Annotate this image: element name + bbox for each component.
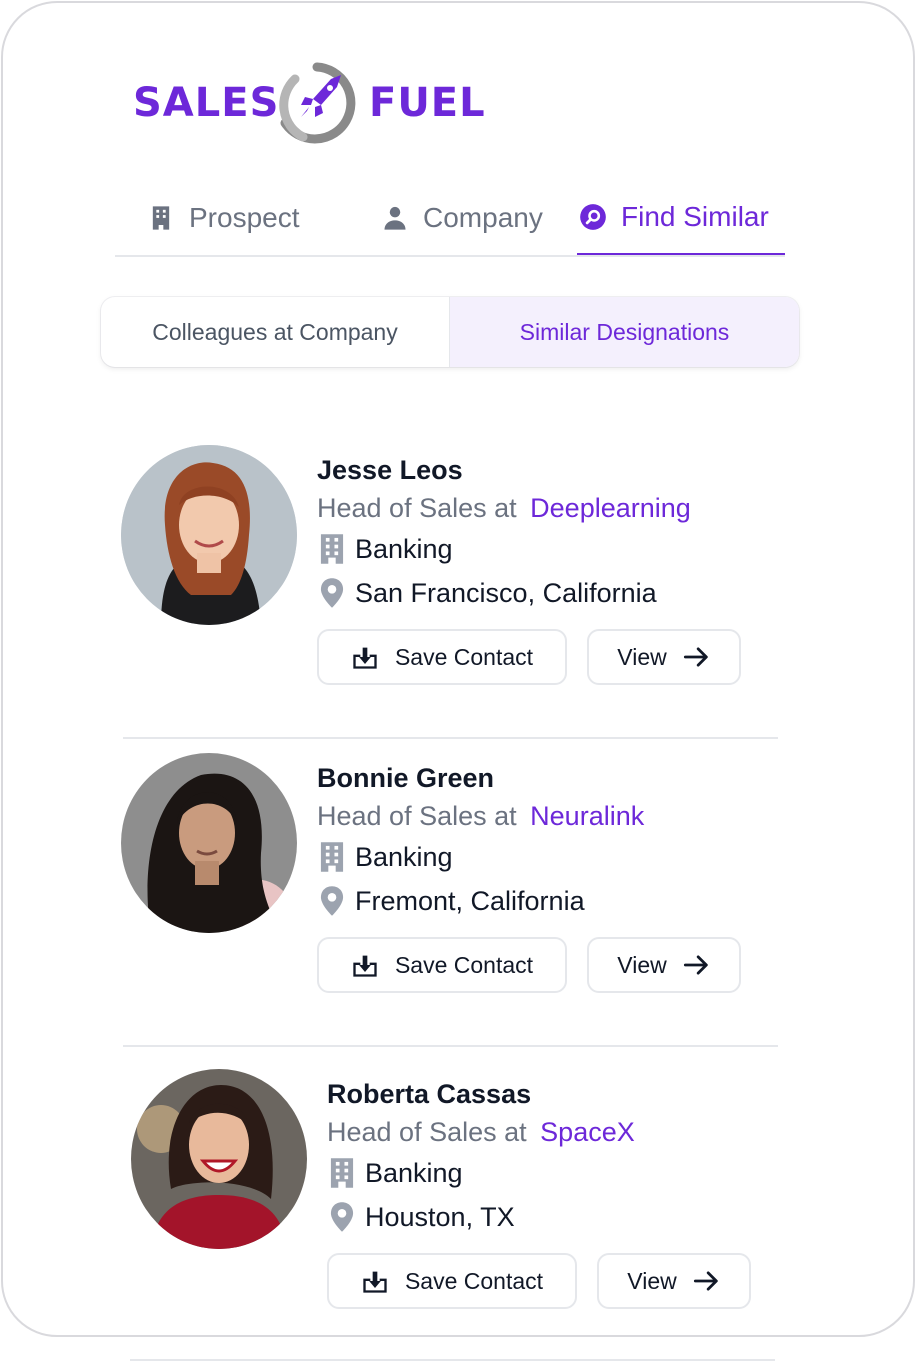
contact-name: Roberta Cassas — [327, 1079, 532, 1109]
segment-colleagues[interactable]: Colleagues at Company — [101, 297, 450, 367]
contact-company-link[interactable]: SpaceX — [540, 1117, 635, 1147]
industry-label: Banking — [365, 1157, 463, 1188]
contact-role: Head of Sales — [317, 493, 487, 523]
view-button[interactable]: View — [597, 1253, 751, 1309]
user-icon — [384, 206, 406, 230]
tab-prospect[interactable]: Prospect — [147, 181, 300, 255]
arrow-right-icon — [693, 1271, 718, 1291]
main-tabs: Prospect Company Find Similar — [115, 181, 785, 257]
save-contact-button[interactable]: Save Contact — [327, 1253, 577, 1309]
location-label: San Francisco, California — [355, 577, 657, 608]
avatar-photo-roberta — [131, 1069, 307, 1249]
contact-info: Jesse Leos Head of Sales at Deeplearning… — [317, 451, 691, 615]
tab-company[interactable]: Company — [381, 181, 543, 255]
location-pin-icon — [320, 886, 344, 916]
tab-find-similar[interactable]: Find Similar — [577, 181, 785, 255]
building-icon — [152, 206, 170, 230]
avatar-photo-bonnie — [121, 753, 297, 933]
contact-industry: Banking — [327, 1151, 635, 1195]
location-label: Fremont, California — [355, 885, 585, 916]
arrow-right-icon — [683, 955, 708, 975]
building-icon — [320, 534, 344, 564]
sales-fuel-logo: SALES FUEL — [133, 61, 493, 145]
avatar — [121, 753, 297, 933]
avatar-photo-jesse — [121, 445, 297, 625]
building-icon — [330, 1158, 354, 1188]
save-label: Save Contact — [404, 1267, 544, 1294]
contact-name: Bonnie Green — [317, 763, 495, 793]
location-pin-icon — [330, 1202, 354, 1232]
contact-role: Head of Sales — [317, 801, 487, 831]
view-button[interactable]: View — [587, 937, 741, 993]
contact-card: Roberta Cassas Head of Sales at SpaceX B… — [3, 1067, 913, 1335]
tab-label: Company — [423, 202, 543, 233]
contact-name: Jesse Leos — [317, 455, 463, 485]
arrow-right-icon — [683, 647, 708, 667]
contact-actions: Save Contact View — [317, 937, 741, 993]
save-contact-button[interactable]: Save Contact — [317, 937, 567, 993]
contact-role: Head of Sales — [327, 1117, 497, 1147]
contact-location: Houston, TX — [327, 1195, 635, 1239]
search-circle-icon — [580, 204, 606, 230]
segment-control: Colleagues at Company Similar Designatio… — [101, 297, 799, 367]
contact-info: Bonnie Green Head of Sales at Neuralink … — [317, 759, 644, 923]
download-box-icon — [353, 955, 377, 977]
divider — [130, 1359, 775, 1361]
location-label: Houston, TX — [365, 1201, 515, 1232]
industry-label: Banking — [355, 841, 453, 872]
save-label: Save Contact — [394, 643, 534, 670]
contact-role-line: Head of Sales at SpaceX — [327, 1113, 635, 1151]
contact-at: at — [494, 493, 517, 523]
contact-actions: Save Contact View — [327, 1253, 751, 1309]
view-label: View — [627, 1267, 677, 1294]
contact-card: Bonnie Green Head of Sales at Neuralink … — [3, 751, 913, 1051]
rocket-logo-icon — [279, 62, 356, 144]
tab-label: Find Similar — [621, 201, 769, 232]
divider — [123, 737, 778, 739]
contact-industry: Banking — [317, 835, 644, 879]
view-label: View — [617, 951, 667, 978]
view-button[interactable]: View — [587, 629, 741, 685]
save-label: Save Contact — [394, 951, 534, 978]
save-contact-button[interactable]: Save Contact — [317, 629, 567, 685]
building-icon — [320, 842, 344, 872]
avatar — [131, 1069, 307, 1249]
contact-info: Roberta Cassas Head of Sales at SpaceX B… — [327, 1075, 635, 1239]
contact-role-line: Head of Sales at Neuralink — [317, 797, 644, 835]
contact-industry: Banking — [317, 527, 691, 571]
location-pin-icon — [320, 578, 344, 608]
divider — [123, 1045, 778, 1047]
logo-text-fuel: FUEL — [369, 80, 486, 126]
avatar — [121, 445, 297, 625]
contact-at: at — [494, 801, 517, 831]
contact-company-link[interactable]: Deeplearning — [530, 493, 691, 523]
download-box-icon — [363, 1271, 387, 1293]
contact-at: at — [504, 1117, 527, 1147]
app-frame: SALES FUEL Prospect Company Find Similar… — [1, 1, 915, 1337]
tab-label: Prospect — [189, 202, 300, 233]
logo-text-sales: SALES — [133, 80, 280, 126]
contact-company-link[interactable]: Neuralink — [530, 801, 644, 831]
download-box-icon — [353, 647, 377, 669]
contact-card: Jesse Leos Head of Sales at Deeplearning… — [3, 443, 913, 743]
contact-location: San Francisco, California — [317, 571, 691, 615]
contact-actions: Save Contact View — [317, 629, 741, 685]
segment-similar-designations[interactable]: Similar Designations — [450, 297, 799, 367]
contact-location: Fremont, California — [317, 879, 644, 923]
view-label: View — [617, 643, 667, 670]
contact-role-line: Head of Sales at Deeplearning — [317, 489, 691, 527]
industry-label: Banking — [355, 533, 453, 564]
